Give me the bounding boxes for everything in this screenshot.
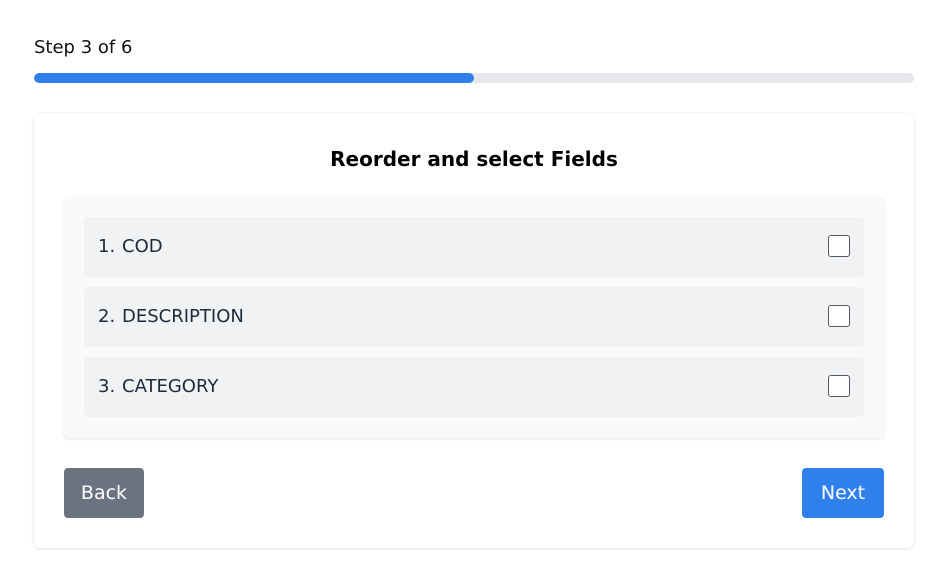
field-number: 1. <box>98 236 116 257</box>
field-name: CATEGORY <box>122 376 219 397</box>
field-checkbox-description[interactable] <box>828 305 850 327</box>
back-button[interactable]: Back <box>64 468 144 518</box>
step-indicator: Step 3 of 6 <box>34 37 133 58</box>
progress-bar <box>34 73 914 83</box>
field-row-category[interactable]: 3. CATEGORY <box>84 357 864 417</box>
field-row-description[interactable]: 2. DESCRIPTION <box>84 287 864 347</box>
field-number: 3. <box>98 376 116 397</box>
next-button[interactable]: Next <box>802 468 884 518</box>
card-title: Reorder and select Fields <box>330 147 618 171</box>
field-number: 2. <box>98 306 116 327</box>
field-checkbox-category[interactable] <box>828 375 850 397</box>
progress-bar-fill <box>34 73 474 83</box>
field-name: DESCRIPTION <box>122 306 244 327</box>
field-row-cod[interactable]: 1. COD <box>84 217 864 277</box>
fields-list: 1. COD 2. DESCRIPTION 3. CATEGORY <box>63 197 885 438</box>
field-checkbox-cod[interactable] <box>828 235 850 257</box>
wizard-card: Reorder and select Fields 1. COD 2. DESC… <box>34 113 914 548</box>
field-name: COD <box>122 236 163 257</box>
